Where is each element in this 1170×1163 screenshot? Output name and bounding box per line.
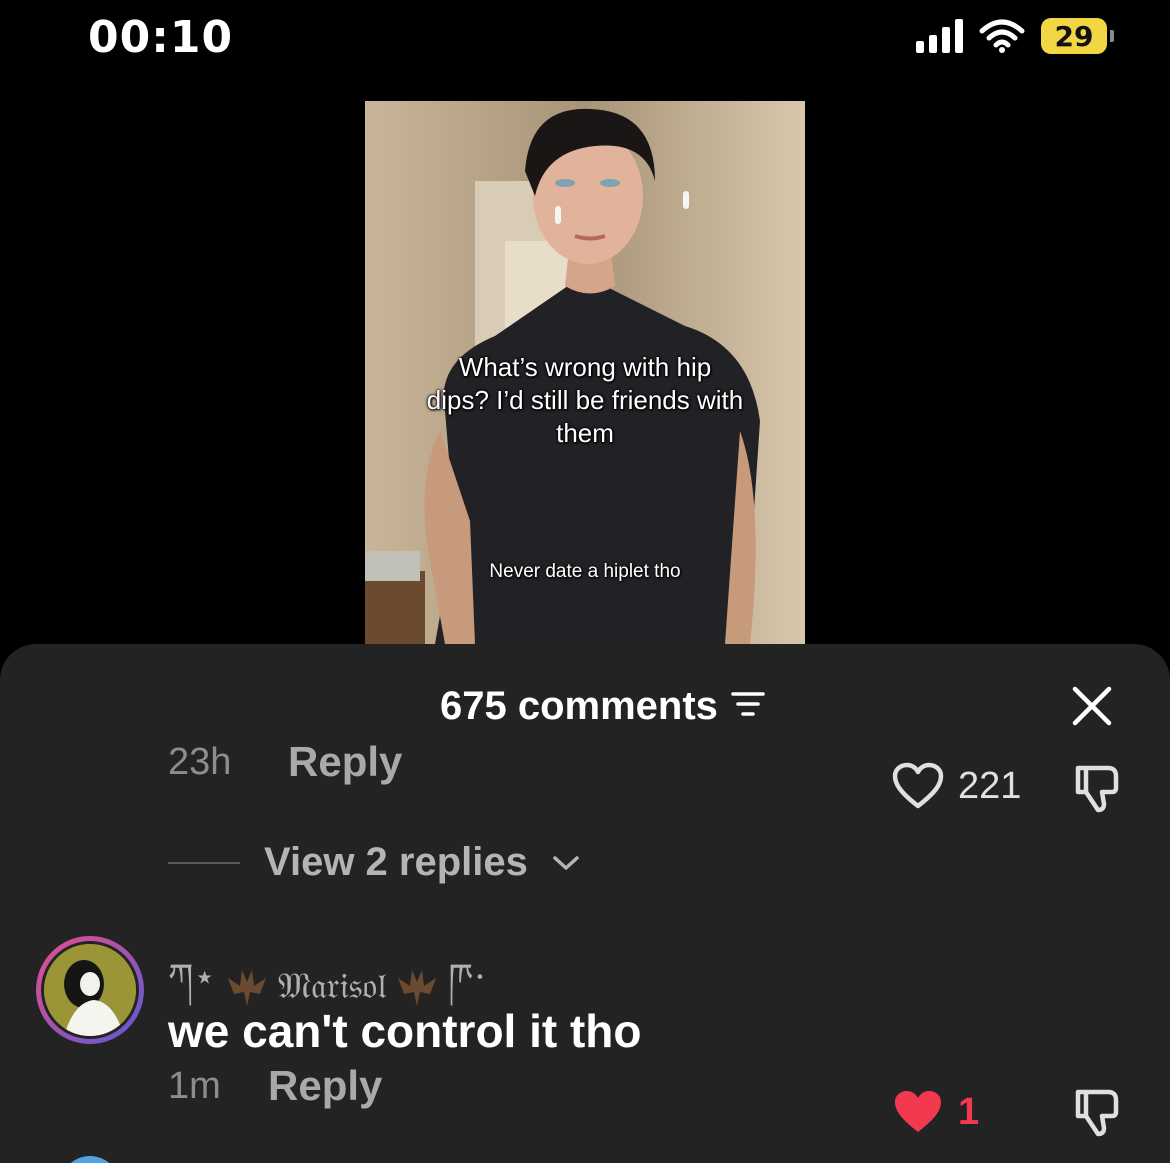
- avatar-ring: [41, 941, 139, 1039]
- view-replies-label: View 2 replies: [264, 840, 528, 884]
- battery-level: 29: [1041, 18, 1107, 54]
- filter-icon[interactable]: [730, 684, 766, 729]
- heart-icon: [892, 762, 944, 809]
- close-icon[interactable]: [1072, 686, 1112, 726]
- like-count: 1: [958, 1090, 980, 1133]
- like-count: 221: [958, 764, 1022, 807]
- signal-icon: [916, 19, 963, 53]
- comments-count: 675 comments: [440, 684, 718, 728]
- wifi-icon: [979, 19, 1025, 53]
- status-icons: 29: [916, 16, 1114, 56]
- comments-header: 675 comments: [440, 684, 766, 729]
- replies-divider: [168, 861, 240, 864]
- like-button[interactable]: 221: [892, 762, 1021, 810]
- chevron-down-icon: [553, 855, 579, 870]
- dislike-icon[interactable]: [1072, 1086, 1124, 1138]
- avatar-image: [44, 944, 136, 1036]
- heart-icon: [895, 1091, 941, 1132]
- reply-button[interactable]: Reply: [288, 738, 402, 786]
- status-time: 00:10: [88, 12, 234, 63]
- screen: 00:10 29 What’s wrong with hip dips? I’d…: [0, 0, 1170, 1163]
- battery-cap: [1110, 30, 1114, 42]
- video-caption: What’s wrong with hip dips? I’d still be…: [426, 352, 744, 448]
- avatar[interactable]: [36, 936, 144, 1044]
- like-button[interactable]: 1: [892, 1088, 979, 1136]
- comments-sheet: 675 comments 23h Reply 221 View 2 replie…: [0, 644, 1170, 1163]
- video-subcaption: Never date a hiplet tho: [489, 561, 681, 582]
- username-name: 𝔐𝔞𝔯𝔦𝔰𝔬𝔩: [277, 966, 387, 1007]
- dislike-icon[interactable]: [1072, 762, 1124, 814]
- video-player[interactable]: What’s wrong with hip dips? I’d still be…: [365, 101, 805, 644]
- comment-time: 1m: [168, 1064, 221, 1107]
- view-replies[interactable]: View 2 replies: [168, 840, 580, 885]
- comment-time: 23h: [168, 740, 232, 783]
- avatar[interactable]: [60, 1156, 120, 1163]
- comment-text: we can't control it tho: [168, 1005, 642, 1057]
- battery-icon: 29: [1041, 18, 1114, 54]
- reply-button[interactable]: Reply: [268, 1062, 382, 1110]
